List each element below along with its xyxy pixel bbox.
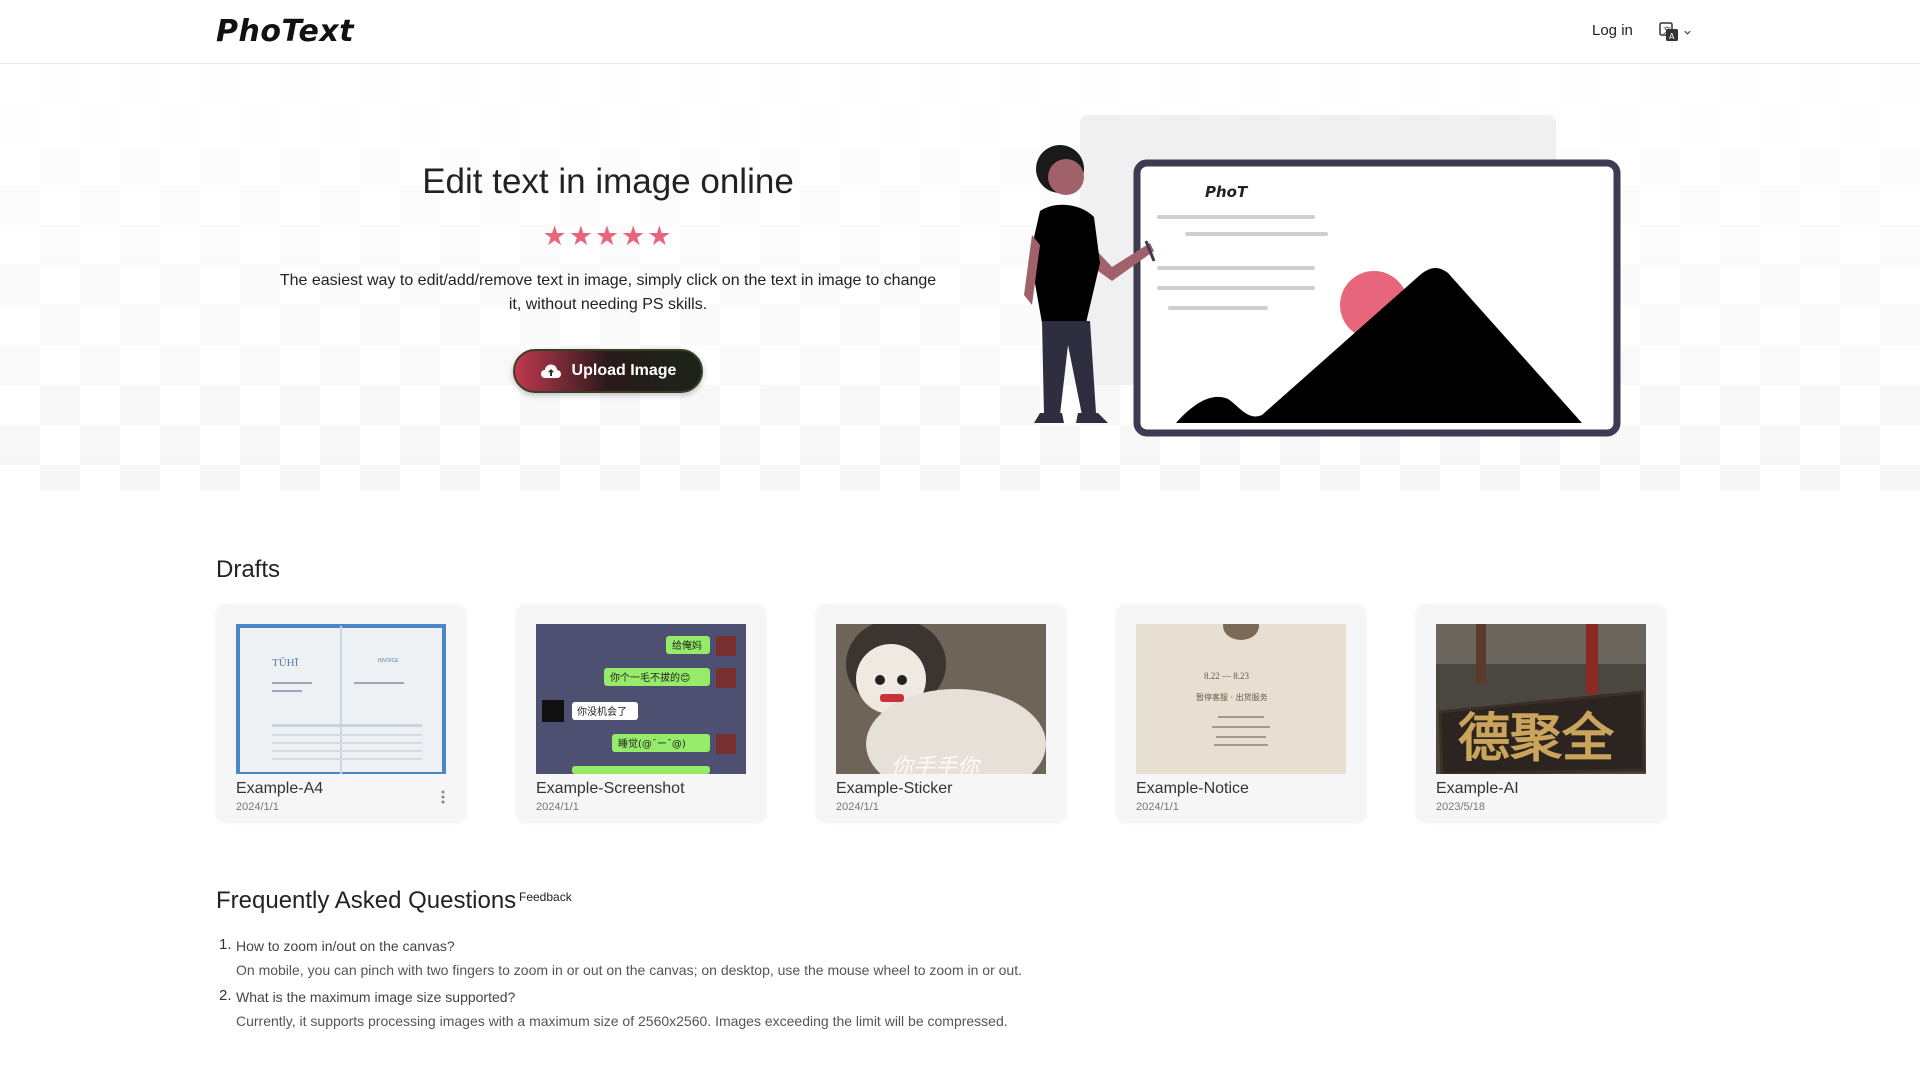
draft-card-sticker[interactable]: 你手手你 Example-Sticker 2024/1/1 [816,604,1066,822]
faq-number: 1. [219,936,232,953]
hero-description: The easiest way to edit/add/remove text … [279,272,937,313]
draft-title: Example-A4 [236,780,324,797]
draft-date: 2024/1/1 [536,801,579,813]
person-head [1048,159,1084,195]
person-torso [1030,204,1100,323]
draft-card-ai[interactable]: 德聚全 Example-AI 2023/5/18 [1416,604,1666,822]
draft-card-screenshot[interactable]: 给俺妈 你个一毛不拔的😊 你没机会了 睡觉(@¯ー¯@) Example-Scr… [516,604,766,822]
draft-title: Example-AI [1436,780,1519,797]
draft-thumbnail: 德聚全 [1436,624,1646,774]
chat-bubble-text: 给俺妈 [672,639,702,652]
draft-date: 2024/1/1 [1136,801,1179,813]
faq-answer: On mobile, you can pinch with two finger… [236,962,1022,978]
faq-question: What is the maximum image size supported… [236,989,516,1005]
faq-item: 2. What is the maximum image size suppor… [216,987,1416,1031]
draft-date: 2024/1/1 [236,801,279,813]
rating-stars: ★★★★★ [542,221,674,251]
faq-number: 2. [219,987,232,1004]
text-line [1157,286,1315,290]
feedback-link[interactable]: Feedback [519,890,572,904]
upload-image-button[interactable]: Upload Image [513,349,703,393]
faq-answer: Currently, it supports processing images… [236,1013,1008,1029]
draft-title: Example-Screenshot [536,780,685,797]
faq-list: 1. How to zoom in/out on the canvas? On … [216,936,1416,1038]
draft-title: Example-Sticker [836,780,953,797]
site-logo[interactable]: PhoText [216,14,354,49]
login-link[interactable]: Log in [1592,22,1633,39]
chat-bubble-text: 你没机会了 [577,705,627,718]
a4-brand-text: TŪHĪ [272,657,299,669]
hero-illustration: PhoT [1024,115,1621,437]
drafts-heading: Drafts [216,556,281,583]
hero-title: Edit text in image online [422,162,794,201]
notice-date-text: 8.22 — 8.23 [1204,671,1250,681]
svg-text:A: A [1669,32,1675,41]
faq-heading: Frequently Asked Questions [216,887,517,914]
draft-title: Example-Notice [1136,780,1249,797]
person-legs [1042,321,1096,415]
faq-question: How to zoom in/out on the canvas? [236,938,455,954]
chat-bubble-text: 你个一毛不拔的😊 [610,671,690,684]
text-line [1157,215,1315,219]
draft-date: 2023/5/18 [1436,801,1485,813]
hero-section: Edit text in image online ★★★★★ The easi… [0,65,1920,491]
person-shoe [1076,413,1108,423]
notice-line-text: 暂停客服 · 出货服务 [1196,692,1268,702]
draft-date: 2024/1/1 [836,801,879,813]
draft-thumbnail: 你手手你 [836,624,1046,774]
more-vertical-icon[interactable] [438,788,448,806]
a4-heading-text: INVOICE [378,658,399,664]
draft-thumbnail: TŪHĪ INVOICE [236,624,446,774]
person-shoe [1034,413,1064,423]
draft-thumbnail: 8.22 — 8.23 暂停客服 · 出货服务 [1136,624,1346,774]
draft-card-a4[interactable]: TŪHĪ INVOICE Example-A4 2024/1/1 [216,604,466,822]
cloud-upload-icon [540,364,561,378]
text-line [1185,232,1328,236]
faq-item: 1. How to zoom in/out on the canvas? On … [216,936,1416,980]
chevron-down-icon [1684,30,1691,35]
sign-text: 德聚全 [1458,708,1615,769]
illustration-logo: PhoT [1205,183,1249,201]
top-header: PhoText Log in 文 A [0,0,1920,64]
language-selector[interactable]: 文 A [1659,20,1695,44]
draft-thumbnail: 给俺妈 你个一毛不拔的😊 你没机会了 睡觉(@¯ー¯@) [536,624,746,774]
upload-button-label: Upload Image [571,362,677,379]
text-line [1157,266,1315,270]
text-line [1168,306,1268,310]
draft-card-notice[interactable]: 8.22 — 8.23 暂停客服 · 出货服务 Example-Notice 2… [1116,604,1366,822]
sticker-caption: 你手手你 [891,755,982,774]
chat-bubble-text: 睡觉(@¯ー¯@) [618,737,686,750]
translate-icon: 文 A [1659,22,1678,41]
